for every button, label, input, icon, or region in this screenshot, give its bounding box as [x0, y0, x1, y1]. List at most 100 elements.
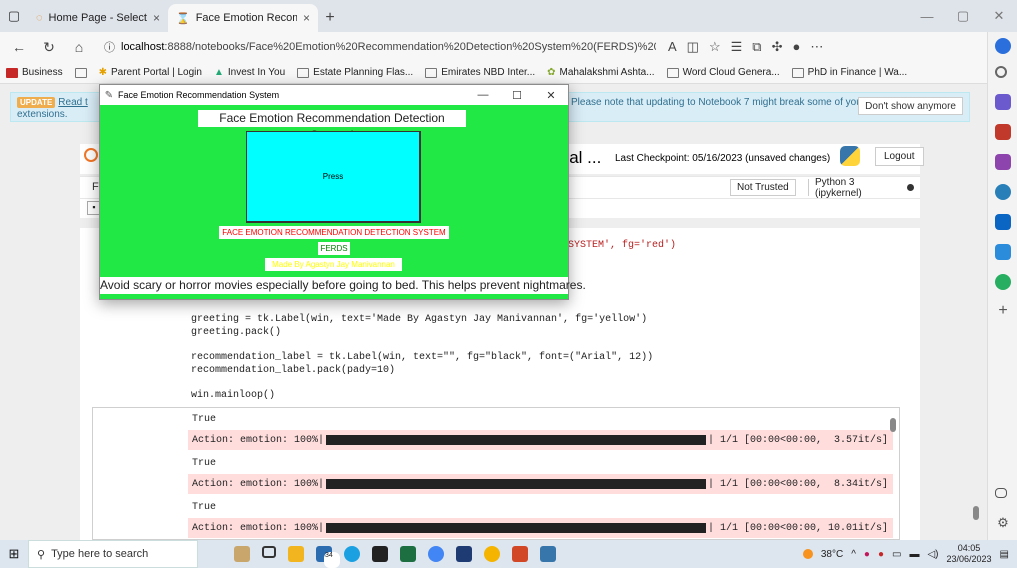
dont-show-button[interactable]: Don't show anymore	[858, 97, 963, 115]
briefcase-icon[interactable]	[995, 124, 1011, 140]
tree-icon[interactable]	[995, 274, 1011, 290]
tab-home-page[interactable]: ◌ Home Page - Select or create a n ×	[28, 4, 168, 32]
powerpoint-icon[interactable]	[512, 546, 528, 562]
chrome-tray-icon[interactable]: ●	[878, 549, 884, 560]
tk-close-icon[interactable]: ✕	[534, 89, 568, 102]
j-icon	[666, 67, 679, 78]
task-view-icon[interactable]	[262, 546, 276, 558]
collections-icon[interactable]: ⧉	[752, 39, 761, 55]
code-line[interactable]: recommendation_label = tk.Label(win, tex…	[191, 352, 981, 363]
close-tab-icon[interactable]: ×	[303, 11, 310, 25]
split-screen-icon[interactable]: ◫	[687, 39, 699, 55]
kernel-indicator[interactable]: Python 3 (ipykernel)	[808, 177, 920, 199]
mail-badge: 34	[324, 552, 340, 568]
weather-icon[interactable]	[802, 549, 813, 559]
bookmark-mahalakshmi[interactable]: ✿ Mahalakshmi Ashta...	[547, 67, 654, 78]
extensions-icon[interactable]: ✣	[772, 39, 783, 55]
volume-icon[interactable]: ◁)	[927, 549, 938, 560]
output-text: True	[192, 413, 217, 425]
logout-button[interactable]: Logout	[875, 147, 924, 166]
read-aloud-icon[interactable]: A	[668, 39, 677, 55]
page-icon	[297, 67, 310, 78]
new-tab-button[interactable]: +	[318, 4, 342, 32]
scroll-thumb[interactable]	[890, 418, 896, 432]
jupyter-logo-icon[interactable]	[84, 148, 98, 162]
tk-titlebar[interactable]: ✎ Face Emotion Recommendation System — ☐…	[100, 85, 568, 105]
cell-output[interactable]: True Action: emotion: 100%| | 1/1 [00:00<…	[92, 407, 900, 540]
bing-tray-icon[interactable]: ●	[864, 549, 870, 560]
bookmark-phd-finance[interactable]: PhD in Finance | Wa...	[791, 67, 907, 78]
taskbar-search[interactable]: ⚲ Type here to search	[28, 540, 198, 568]
edge-icon[interactable]	[344, 546, 360, 562]
favorite-star-icon[interactable]: ☆	[709, 39, 721, 55]
bookmark-parent-portal[interactable]: ✱ Parent Portal | Login	[99, 67, 202, 78]
file-explorer-icon[interactable]	[288, 546, 304, 562]
bookmark-emirates-nbd[interactable]: Emirates NBD Inter...	[425, 67, 535, 78]
temperature[interactable]: 38°C	[821, 549, 843, 560]
windows-start-icon[interactable]: ⊞	[0, 546, 28, 562]
minimize-icon[interactable]: —	[909, 9, 945, 24]
close-tab-icon[interactable]: ×	[153, 11, 160, 25]
excel-icon[interactable]	[400, 546, 416, 562]
notification-icon[interactable]: ▤	[1000, 549, 1009, 560]
chrome-icon[interactable]	[428, 546, 444, 562]
bookmark-page[interactable]	[74, 67, 87, 78]
settings-gear-icon[interactable]: ⚙	[995, 516, 1011, 532]
display-icon[interactable]: ▭	[892, 549, 901, 560]
kernel-status-icon	[907, 184, 914, 191]
search-icon[interactable]	[995, 66, 1007, 78]
restore-icon[interactable]: ▢	[945, 8, 981, 24]
update-text-prefix[interactable]: Read t	[58, 97, 87, 108]
browser-tab-strip: ▢ ◌ Home Page - Select or create a n × ⌛…	[0, 0, 1017, 32]
python-logo-icon	[840, 146, 860, 166]
mail-icon[interactable]: 34	[316, 546, 340, 568]
bookmark-business[interactable]: Business	[6, 67, 63, 78]
send-icon[interactable]	[995, 244, 1011, 260]
panel-icon[interactable]	[995, 488, 1007, 498]
url-field[interactable]: ⓘ localhost:8888/notebooks/Face%20Emotio…	[96, 35, 656, 59]
tab-actions-icon[interactable]: ▢	[0, 0, 28, 32]
code-line[interactable]: greeting = tk.Label(win, text='Made By A…	[191, 314, 981, 325]
favorites-icon[interactable]: ☰	[731, 39, 743, 55]
tab-face-emotion[interactable]: ⌛ Face Emotion Recommendation D ×	[168, 4, 318, 32]
page-scrollbar[interactable]	[970, 228, 980, 540]
terminal-icon[interactable]	[372, 546, 388, 562]
widget-icon[interactable]	[234, 546, 250, 562]
bookmark-invest-in-you[interactable]: ▲ Invest In You	[214, 67, 285, 78]
code-line[interactable]: recommendation_label.pack(pady=10)	[191, 365, 981, 376]
bing-icon[interactable]	[995, 38, 1011, 54]
app-icon[interactable]	[456, 546, 472, 562]
output-scrollbar[interactable]	[890, 408, 897, 539]
code-line[interactable]: SYSTEM', fg='red')	[568, 240, 768, 251]
tk-window-title: Face Emotion Recommendation System	[118, 90, 280, 100]
press-button[interactable]: Press	[246, 131, 421, 223]
tray-chevron-icon[interactable]: ^	[851, 549, 856, 560]
back-icon[interactable]: ←	[6, 39, 32, 55]
bookmark-estate-planning[interactable]: Estate Planning Flas...	[297, 67, 413, 78]
outlook-icon[interactable]	[995, 214, 1011, 230]
bookmark-word-cloud[interactable]: Word Cloud Genera...	[666, 67, 780, 78]
add-icon[interactable]: +	[995, 303, 1011, 320]
tk-window[interactable]: ✎ Face Emotion Recommendation System — ☐…	[99, 84, 586, 300]
page-icon	[74, 67, 87, 78]
tk-minimize-icon[interactable]: —	[466, 89, 500, 101]
clock[interactable]: 04:05 23/06/2023	[947, 543, 992, 565]
chess-icon[interactable]	[995, 154, 1011, 170]
home-icon[interactable]: ⌂	[66, 39, 92, 55]
tk-maximize-icon[interactable]: ☐	[500, 89, 534, 102]
chrome-canary-icon[interactable]	[484, 546, 500, 562]
profile-avatar-icon[interactable]: ●	[792, 39, 800, 55]
close-icon[interactable]: ✕	[981, 8, 1017, 24]
not-trusted-button[interactable]: Not Trusted	[730, 179, 796, 196]
scroll-thumb[interactable]	[973, 506, 979, 520]
network-icon[interactable]: ▬	[909, 549, 919, 560]
circle-icon[interactable]	[995, 184, 1011, 200]
tag-icon[interactable]	[995, 94, 1011, 110]
more-icon[interactable]: ⋯	[810, 39, 823, 55]
code-line[interactable]: win.mainloop()	[191, 390, 981, 401]
star-icon: ✱	[98, 67, 107, 78]
search-icon: ⚲	[37, 548, 46, 561]
python-app-icon[interactable]	[540, 546, 556, 562]
code-line[interactable]: greeting.pack()	[191, 327, 981, 338]
refresh-icon[interactable]: ↻	[36, 39, 62, 56]
